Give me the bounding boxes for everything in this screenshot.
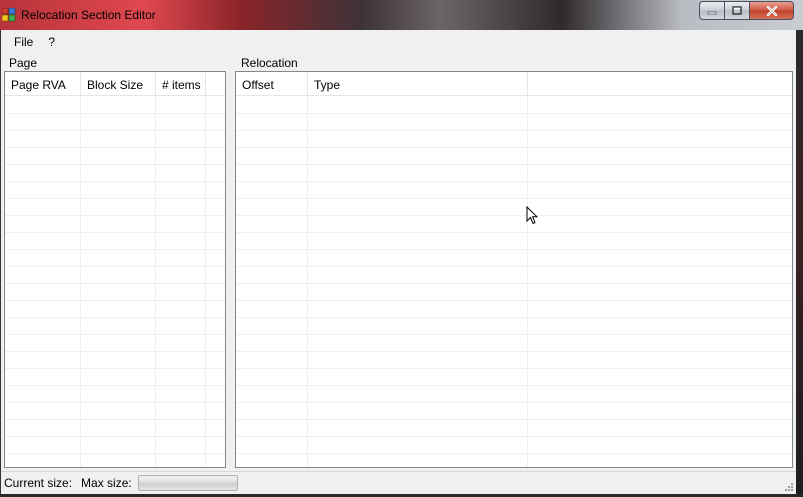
grid-row-line (236, 385, 792, 386)
column-items[interactable]: # items (156, 72, 206, 96)
grid-row-line (236, 351, 792, 352)
window-title: Relocation Section Editor (21, 8, 156, 22)
page-listview[interactable]: Page RVA Block Size # items (4, 71, 226, 468)
grid-row-line (236, 317, 792, 318)
grid-row-line (236, 453, 792, 454)
grid-row-line (5, 249, 225, 250)
column-filler (528, 72, 792, 96)
grid-row-line (5, 198, 225, 199)
relocation-listview-header: Offset Type (236, 72, 792, 96)
panel-splitter[interactable] (227, 72, 233, 468)
caption-buttons (699, 1, 794, 21)
app-icon (2, 8, 16, 22)
column-page-rva[interactable]: Page RVA (5, 72, 81, 96)
grid-column-line (527, 96, 528, 467)
grid-column-line (307, 96, 308, 467)
maximize-button[interactable] (724, 1, 750, 20)
status-bar: Current size: Max size: (1, 471, 796, 494)
mouse-cursor-icon (526, 206, 538, 225)
close-button[interactable] (749, 1, 794, 20)
maximize-icon (732, 6, 742, 15)
grid-row-line (5, 402, 225, 403)
max-size-label: Max size: (81, 476, 132, 490)
menu-file[interactable]: File (1, 32, 42, 52)
column-filler (206, 72, 225, 96)
window-border-right (796, 30, 803, 497)
grid-row-line (5, 334, 225, 335)
minimize-icon (707, 11, 717, 14)
grid-row-line (5, 385, 225, 386)
size-progress-bar (137, 475, 238, 491)
grid-row-line (236, 334, 792, 335)
grid-row-line (5, 436, 225, 437)
grid-row-line (5, 181, 225, 182)
grid-row-line (236, 164, 792, 165)
page-panel-label: Page (9, 56, 38, 70)
grid-row-line (236, 300, 792, 301)
grid-row-line (5, 300, 225, 301)
grid-row-line (5, 130, 225, 131)
grid-row-line (236, 113, 792, 114)
grid-row-line (236, 419, 792, 420)
resize-grip-icon[interactable] (784, 482, 794, 492)
column-type[interactable]: Type (308, 72, 528, 96)
grid-row-line (236, 436, 792, 437)
grid-row-line (5, 317, 225, 318)
grid-row-line (5, 266, 225, 267)
grid-row-line (236, 181, 792, 182)
grid-row-line (5, 453, 225, 454)
grid-row-line (5, 164, 225, 165)
client-area: File ? Page Page RVA Block Size # items … (1, 30, 796, 494)
grid-row-line (5, 368, 225, 369)
grid-row-line (236, 130, 792, 131)
grid-row-line (5, 351, 225, 352)
grid-column-line (155, 96, 156, 467)
relocation-panel-label: Relocation (241, 56, 298, 70)
grid-row-line (5, 113, 225, 114)
relocation-listview-body[interactable] (236, 96, 792, 467)
grid-row-line (236, 232, 792, 233)
grid-row-line (236, 249, 792, 250)
grid-row-line (236, 215, 792, 216)
menu-bar: File ? (1, 32, 796, 52)
grid-row-line (236, 402, 792, 403)
grid-row-line (236, 368, 792, 369)
grid-row-line (5, 419, 225, 420)
column-offset[interactable]: Offset (236, 72, 308, 96)
grid-row-line (5, 147, 225, 148)
grid-row-line (236, 266, 792, 267)
grid-row-line (236, 283, 792, 284)
close-icon (766, 5, 777, 16)
title-bar[interactable]: Relocation Section Editor (0, 0, 803, 30)
grid-row-line (5, 232, 225, 233)
relocation-listview[interactable]: Offset Type (235, 71, 793, 468)
minimize-button[interactable] (699, 1, 725, 20)
column-block-size[interactable]: Block Size (81, 72, 156, 96)
grid-row-line (5, 215, 225, 216)
grid-column-line (205, 96, 206, 467)
page-listview-body[interactable] (5, 96, 225, 467)
grid-column-line (80, 96, 81, 467)
grid-row-line (5, 283, 225, 284)
menu-help[interactable]: ? (42, 32, 64, 52)
page-listview-header: Page RVA Block Size # items (5, 72, 225, 96)
grid-row-line (236, 147, 792, 148)
current-size-label: Current size: (4, 476, 73, 490)
grid-row-line (236, 198, 792, 199)
app-window: Relocation Section Editor File ? Page Pa… (0, 0, 803, 497)
